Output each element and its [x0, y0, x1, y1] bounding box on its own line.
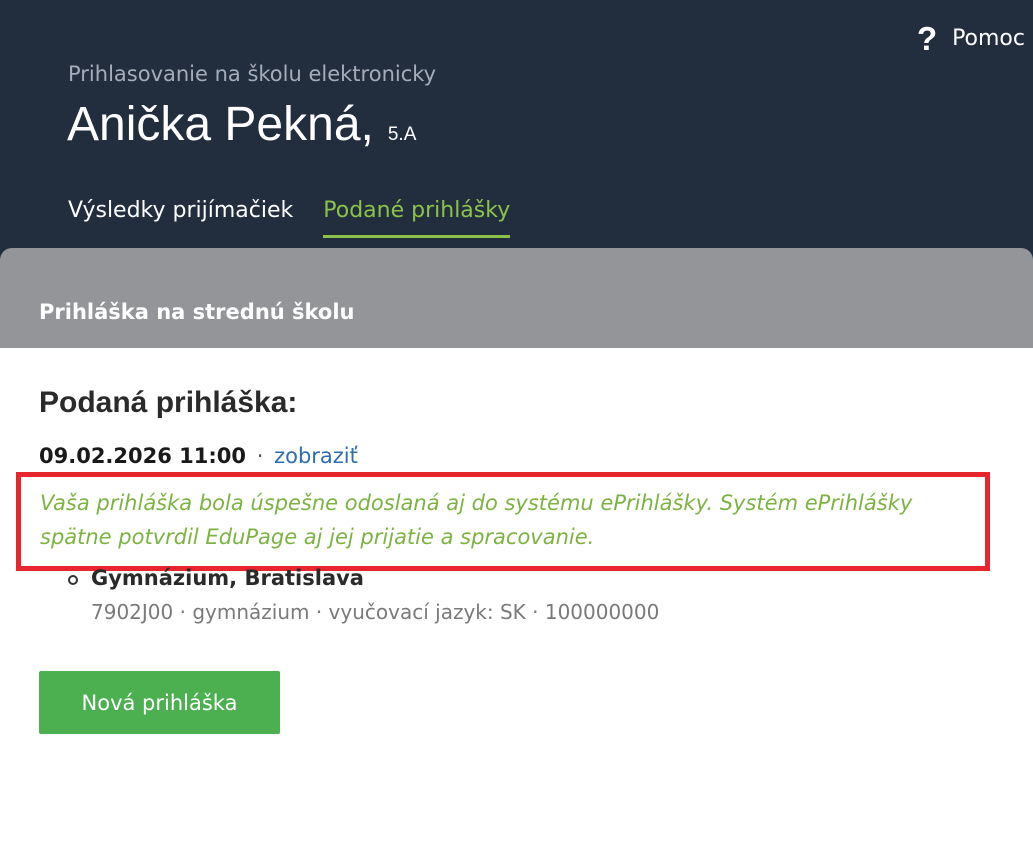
- student-class: 5.A: [387, 124, 417, 145]
- help-link[interactable]: ? Pomoc: [916, 22, 1025, 55]
- page-header: ? Pomoc Prihlasovanie na školu elektroni…: [0, 0, 1033, 260]
- application-heading: Podaná prihláška:: [39, 386, 298, 419]
- school-name: Gymnázium, Bratislava: [91, 566, 364, 590]
- help-label: Pomoc: [952, 26, 1025, 51]
- view-link[interactable]: zobraziť: [274, 444, 358, 468]
- submission-date: 09.02.2026 11:00: [39, 444, 247, 468]
- section-title: Prihláška na strednú školu: [39, 300, 355, 324]
- bullet-circle-icon: [68, 575, 78, 585]
- tab-vysledky-prijimaciek[interactable]: Výsledky prijímačiek: [68, 198, 293, 238]
- tab-podane-prihlasky[interactable]: Podané prihlášky: [323, 198, 511, 238]
- section-header: Prihláška na strednú školu: [0, 248, 1033, 348]
- submission-date-line: 09.02.2026 11:00 · zobraziť: [39, 444, 358, 468]
- school-details: 7902J00 · gymnázium · vyučovací jazyk: S…: [91, 600, 660, 624]
- new-application-button[interactable]: Nová prihláška: [39, 671, 280, 734]
- question-mark-icon: ?: [916, 20, 938, 57]
- student-name: Anička Pekná,: [67, 98, 374, 151]
- student-info: Anička Pekná, 5.A: [67, 98, 416, 152]
- tab-bar: Výsledky prijímačiek Podané prihlášky: [68, 198, 511, 238]
- page-subtitle: Prihlasovanie na školu elektronicky: [68, 62, 437, 86]
- confirmation-notice: Vaša prihláška bola úspešne odoslaná aj …: [40, 491, 913, 549]
- separator-dot: ·: [256, 444, 264, 468]
